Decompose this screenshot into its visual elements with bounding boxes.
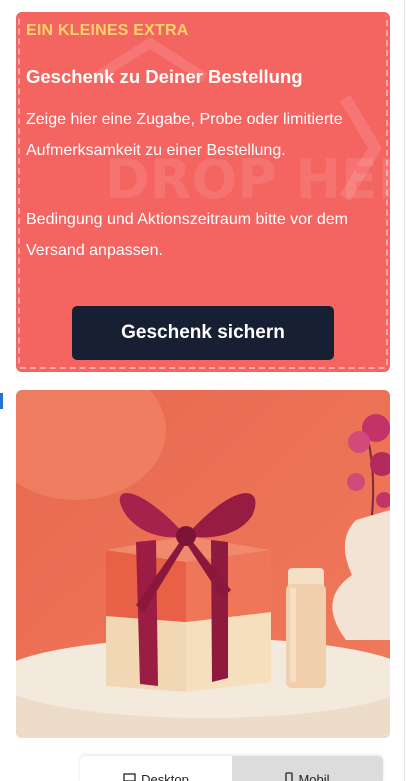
desktop-preview-button[interactable]: Desktop [80, 756, 232, 781]
claim-gift-button[interactable]: Geschenk sichern [72, 306, 334, 360]
desktop-label: Desktop [141, 772, 189, 781]
preview-mode-toggle: Desktop Mobil [80, 756, 383, 781]
phone-icon [285, 772, 294, 781]
gift-box-illustration [16, 390, 390, 738]
gift-product-image[interactable] [16, 390, 390, 738]
section-note: Bedingung und Aktionszeitraum bitte vor … [26, 211, 348, 259]
monitor-icon [123, 772, 136, 781]
mobile-label: Mobil [298, 772, 330, 781]
block-selection-marker[interactable] [0, 393, 3, 409]
eyebrow-label: EIN KLEINES EXTRA [26, 22, 189, 39]
canvas-edge [404, 0, 405, 781]
mobile-preview-button[interactable]: Mobil [232, 756, 383, 781]
section-title: Geschenk zu Deiner Bestellung [26, 66, 303, 87]
section-description: Zeige hier eine Zugabe, Probe oder limit… [26, 111, 343, 159]
editor-canvas: DROP HERE EIN KLEINES EXTRA Geschenk zu … [0, 0, 406, 781]
